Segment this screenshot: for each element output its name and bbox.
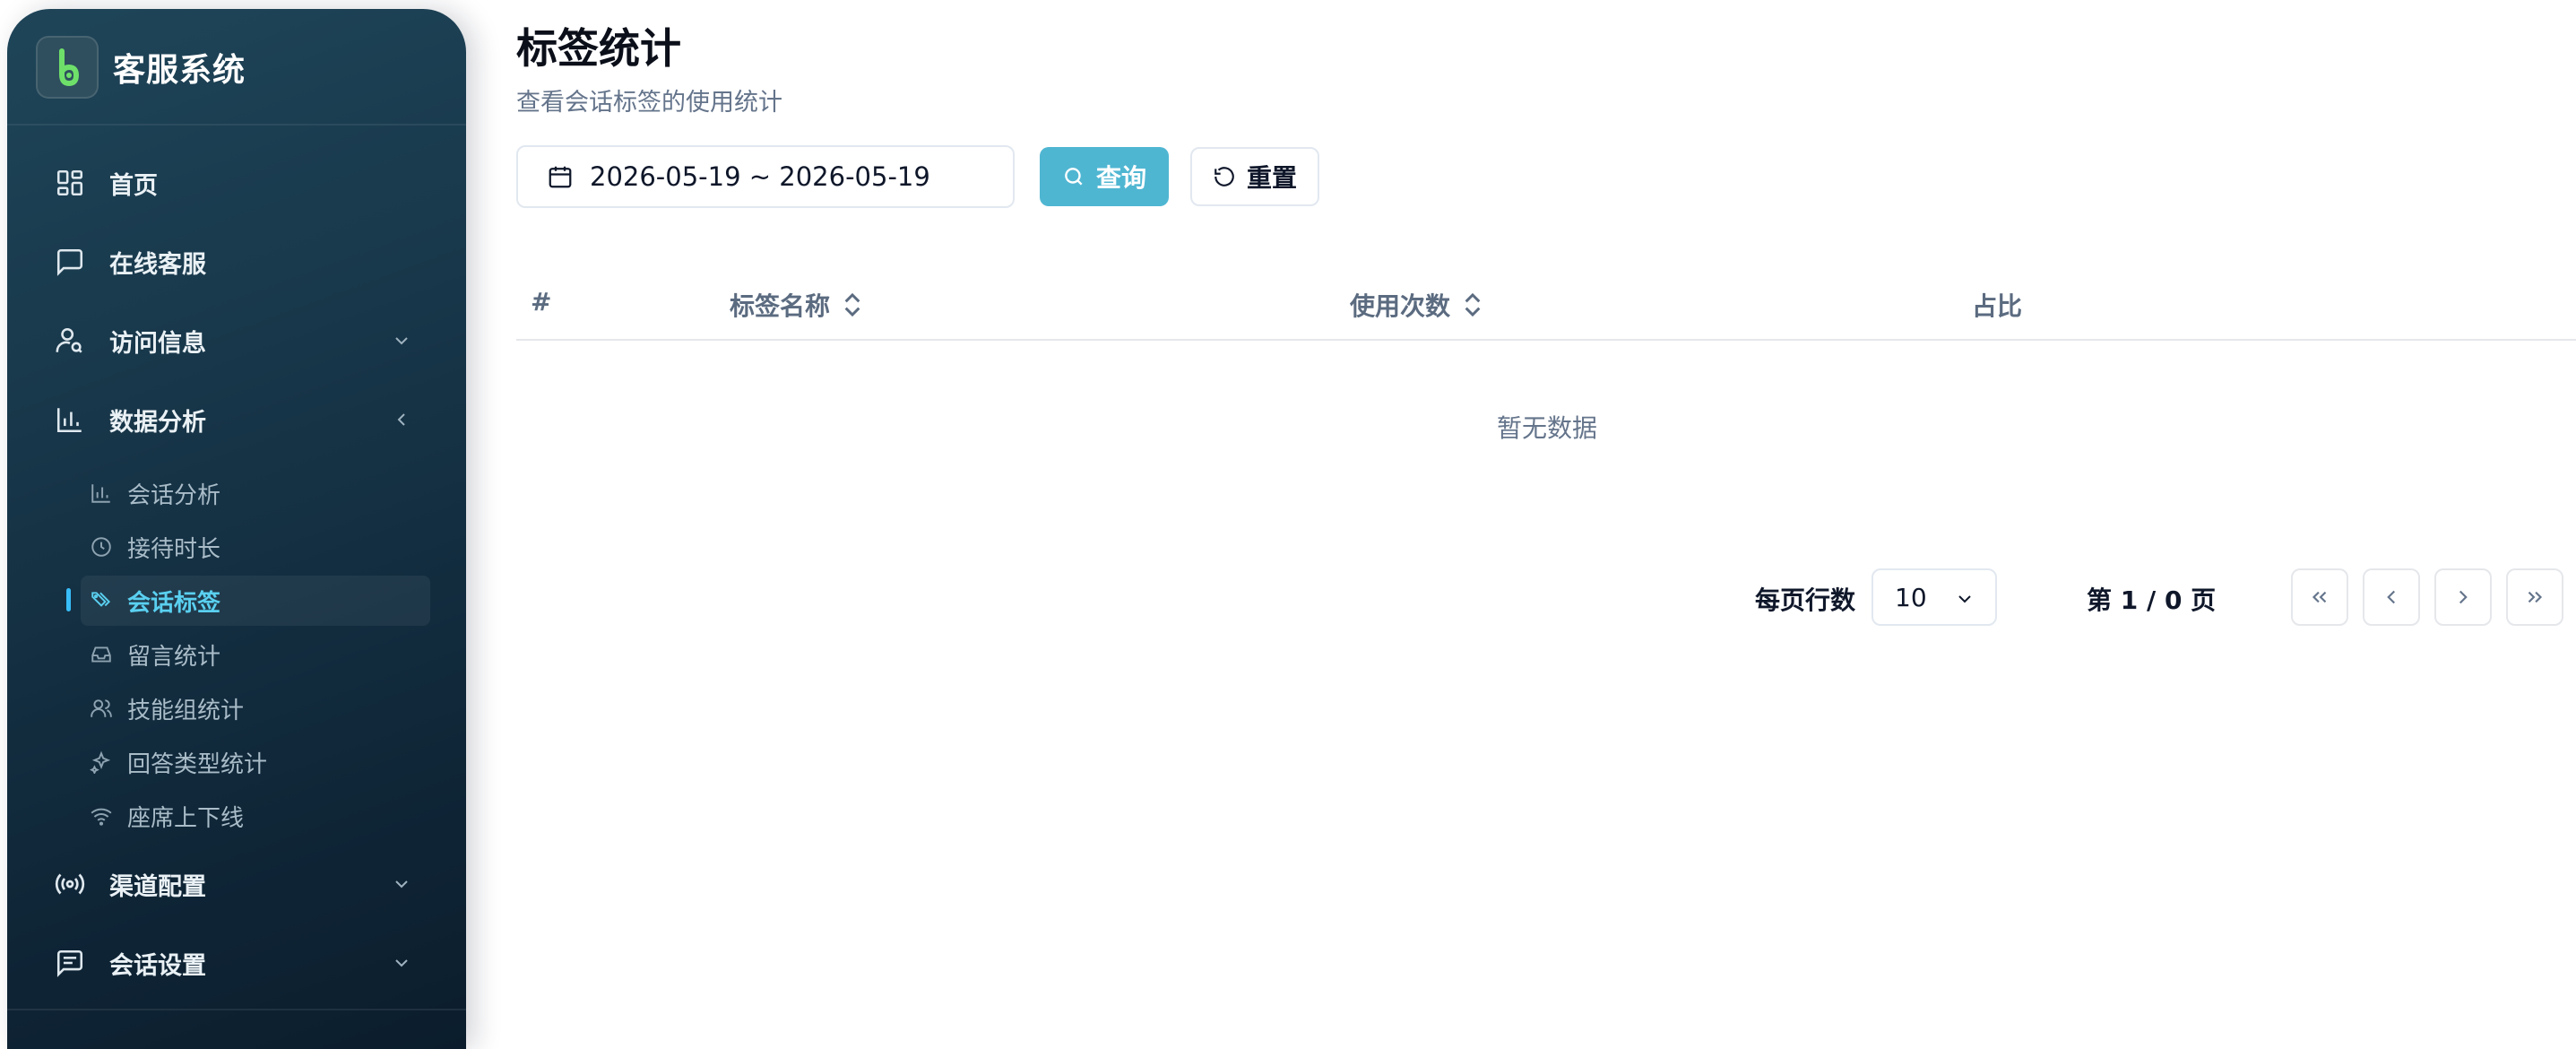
dashboard-icon	[52, 165, 88, 201]
chevron-right-icon	[2459, 590, 2468, 604]
chat-bubble-icon	[52, 244, 88, 280]
column-header-label: 使用次数	[1350, 291, 1451, 321]
chevron-down-icon[interactable]	[391, 873, 412, 895]
sparkles-icon	[88, 749, 115, 776]
wifi-icon	[88, 802, 115, 829]
nav-item-label: 在线客服	[109, 250, 206, 279]
nav-item-session-settings[interactable]: 会话设置	[52, 936, 419, 990]
reset-button-label: 重置	[1246, 164, 1297, 192]
query-button-label: 查询	[1095, 164, 1146, 192]
table-header: # 标签名称 使用次数 占比	[516, 278, 2576, 341]
previous-page-button[interactable]	[2363, 568, 2420, 626]
nav-item-label: 会话设置	[109, 951, 206, 980]
sort-icon[interactable]	[1463, 291, 1486, 318]
sidebar-item-session-analysis[interactable]: 会话分析	[81, 468, 430, 518]
date-range-picker[interactable]: 2026-05-19 ~ 2026-05-19	[516, 145, 1015, 208]
brand[interactable]: 客服系统	[36, 36, 246, 99]
sidebar-item-message-stats[interactable]: 留言统计	[81, 629, 430, 680]
small-bar-chart-icon	[88, 480, 115, 507]
inbox-icon	[88, 641, 115, 668]
sidebar-item-skill-group-stats[interactable]: 技能组统计	[81, 683, 430, 733]
page-title: 标签统计	[516, 24, 681, 73]
column-header-label: 标签名称	[730, 291, 831, 321]
calendar-icon	[547, 163, 574, 190]
chevrons-left-icon	[2312, 591, 2327, 603]
brand-logo-icon	[36, 36, 99, 99]
broadcast-icon	[52, 866, 88, 902]
first-page-button[interactable]	[2291, 568, 2348, 626]
column-header-label: 占比	[1972, 291, 2023, 321]
chevron-down-icon[interactable]	[391, 952, 412, 974]
rows-per-page-label: 每页行数	[1755, 585, 1856, 615]
nav-item-channel-config[interactable]: 渠道配置	[52, 857, 419, 911]
sub-item-label: 会话分析	[127, 481, 221, 509]
query-button[interactable]: 查询	[1040, 147, 1169, 206]
chevron-left-icon	[2387, 590, 2396, 604]
sidebar: 客服系统 首页 在线客服 访问信息 数据分析 会话分析 接待时长 会话标签 留言…	[7, 9, 466, 1049]
bar-chart-icon	[52, 402, 88, 438]
rows-per-page-select[interactable]: 10	[1871, 568, 1997, 626]
tags-icon	[88, 587, 115, 614]
column-header-usage-count[interactable]: 使用次数	[1350, 287, 1486, 323]
sidebar-item-answer-type-stats[interactable]: 回答类型统计	[81, 737, 430, 787]
clock-icon	[88, 533, 115, 560]
column-header-tag-name[interactable]: 标签名称	[730, 287, 866, 323]
active-indicator	[66, 588, 71, 611]
nav-item-label: 渠道配置	[109, 872, 206, 901]
users-icon	[88, 695, 115, 722]
user-search-icon	[52, 323, 88, 359]
chevron-down-icon	[1958, 595, 1971, 603]
nav-item-data-analysis[interactable]: 数据分析	[52, 393, 419, 446]
rows-per-page-value: 10	[1895, 582, 1927, 612]
column-header-percentage: 占比	[1972, 287, 2022, 323]
search-icon	[1062, 164, 1087, 189]
sub-item-label: 回答类型统计	[127, 750, 268, 778]
chevron-down-icon[interactable]	[391, 330, 412, 351]
sub-item-label: 技能组统计	[127, 697, 245, 724]
nav-item-visit-info[interactable]: 访问信息	[52, 314, 419, 368]
sub-item-label: 接待时长	[127, 535, 221, 563]
column-header-label: #	[531, 287, 552, 316]
chevrons-right-icon	[2528, 591, 2543, 603]
refresh-icon	[1213, 164, 1238, 189]
nav-item-label: 首页	[109, 171, 158, 200]
sub-item-label: 座席上下线	[127, 804, 245, 832]
sort-icon[interactable]	[843, 291, 866, 318]
brand-divider	[7, 124, 466, 126]
sidebar-item-agent-online-offline[interactable]: 座席上下线	[81, 791, 430, 841]
sidebar-item-reception-time[interactable]: 接待时长	[81, 522, 430, 572]
message-square-icon	[52, 945, 88, 981]
nav-item-home[interactable]: 首页	[52, 156, 419, 210]
sub-item-label: 留言统计	[127, 643, 221, 671]
sidebar-bottom-divider	[7, 1009, 466, 1010]
app-name: 客服系统	[113, 52, 246, 89]
page-info: 第 1 / 0 页	[2087, 585, 2217, 615]
sidebar-item-session-tags[interactable]: 会话标签	[81, 576, 430, 626]
column-header-index: #	[531, 287, 551, 316]
table-empty-text: 暂无数据	[1497, 413, 1598, 443]
nav-item-online-service[interactable]: 在线客服	[52, 235, 419, 289]
reset-button[interactable]: 重置	[1190, 147, 1319, 206]
date-range-value: 2026-05-19 ~ 2026-05-19	[590, 161, 930, 192]
chevron-left-icon[interactable]	[391, 409, 412, 430]
sub-item-label: 会话标签	[127, 589, 221, 617]
page-subtitle: 查看会话标签的使用统计	[516, 89, 782, 117]
next-page-button[interactable]	[2434, 568, 2492, 626]
nav-item-label: 访问信息	[109, 329, 206, 358]
last-page-button[interactable]	[2506, 568, 2563, 626]
nav-item-label: 数据分析	[109, 408, 206, 437]
